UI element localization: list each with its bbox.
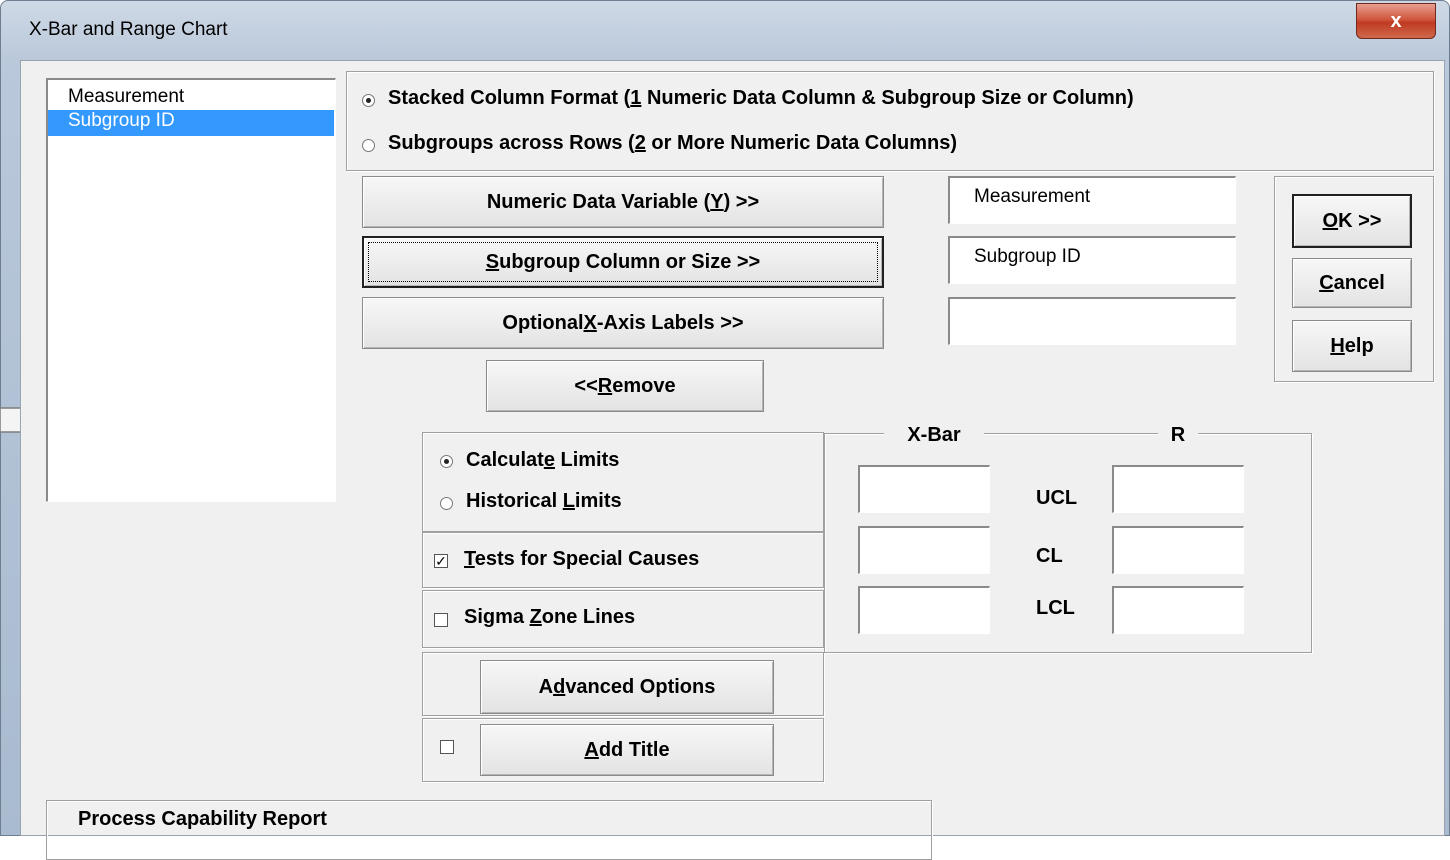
calculate-limits-radio[interactable] xyxy=(440,455,453,468)
xbar-lcl-field[interactable] xyxy=(858,586,990,634)
limits-mode-group xyxy=(422,432,824,532)
xbar-column-header: X-Bar xyxy=(884,424,984,447)
subgroup-column-button[interactable]: Subgroup Column or Size >> xyxy=(362,236,884,288)
rows-format-label[interactable]: Subgroups across Rows (2 or More Numeric… xyxy=(388,132,957,155)
subgroup-variable-field[interactable]: Subgroup ID xyxy=(948,236,1236,284)
sigma-label[interactable]: Sigma Zone Lines xyxy=(464,606,635,629)
r-lcl-field[interactable] xyxy=(1112,586,1244,634)
calculate-limits-label[interactable]: Calculate Limits xyxy=(466,449,619,472)
sigma-checkbox[interactable] xyxy=(434,613,448,627)
x-axis-labels-button[interactable]: Optional X -Axis Labels >> xyxy=(362,297,884,349)
lcl-label: LCL xyxy=(1036,597,1075,619)
r-column-header: R xyxy=(1158,424,1198,447)
ok-button[interactable]: OK >> xyxy=(1292,194,1412,248)
x-axis-labels-field[interactable] xyxy=(948,297,1236,345)
stacked-format-radio[interactable] xyxy=(362,94,375,107)
historical-limits-radio[interactable] xyxy=(440,497,453,510)
tests-label[interactable]: Tests for Special Causes xyxy=(464,548,699,571)
advanced-options-button[interactable]: Ad vanced Options xyxy=(480,660,774,714)
xbar-cl-field[interactable] xyxy=(858,526,990,574)
help-button[interactable]: Help xyxy=(1292,320,1412,372)
tests-checkbox[interactable]: ✓ xyxy=(434,554,448,568)
format-group xyxy=(346,71,1434,171)
stacked-format-label[interactable]: Stacked Column Format (1 Numeric Data Co… xyxy=(388,87,1134,110)
r-cl-field[interactable] xyxy=(1112,526,1244,574)
title-bar[interactable]: X-Bar and Range Chart x xyxy=(1,1,1449,61)
window-title: X-Bar and Range Chart xyxy=(29,19,228,40)
rows-format-radio[interactable] xyxy=(362,139,375,152)
capability-title: Process Capability Report xyxy=(72,808,333,831)
historical-limits-label[interactable]: Historical Limits xyxy=(466,490,622,513)
add-title-button[interactable]: Add Title xyxy=(480,724,774,776)
variables-listbox[interactable]: Measurement Subgroup ID xyxy=(46,78,336,502)
list-item-measurement[interactable]: Measurement xyxy=(48,86,334,110)
numeric-data-variable-button[interactable]: Numeric Data Variable (Y) >> xyxy=(362,176,884,228)
ucl-label: UCL xyxy=(1036,487,1078,509)
close-button[interactable]: x xyxy=(1356,3,1436,39)
add-title-checkbox[interactable] xyxy=(440,740,454,754)
cancel-button[interactable]: Cancel xyxy=(1292,258,1412,308)
xbar-ucl-field[interactable] xyxy=(858,465,990,513)
r-ucl-field[interactable] xyxy=(1112,465,1244,513)
numeric-variable-field[interactable]: Measurement xyxy=(948,176,1236,224)
remove-button[interactable]: << Remove xyxy=(486,360,764,412)
list-item-subgroup-id[interactable]: Subgroup ID xyxy=(48,110,334,136)
cl-label: CL xyxy=(1036,545,1063,567)
